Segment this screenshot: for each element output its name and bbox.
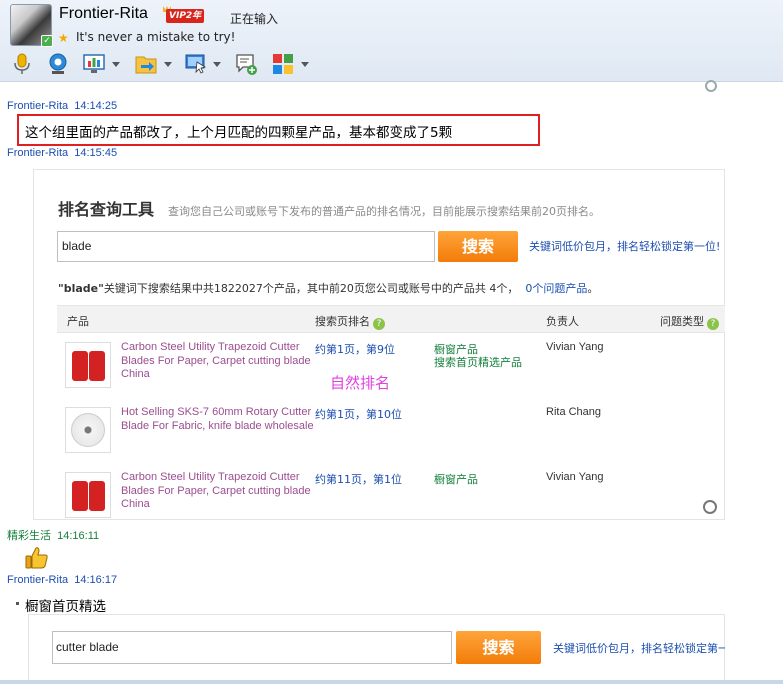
chat-header: ✓ Frontier-Rita VIP2年 正在输入 ★ It's never … <box>0 0 783 82</box>
product-thumbnail[interactable] <box>65 342 111 388</box>
product-link[interactable]: Carbon Steel Utility Trapezoid Cutter Bl… <box>121 341 317 382</box>
product-tag: 橱窗产品 <box>434 473 478 486</box>
message-sender: Frontier-Rita 14:14:25 <box>7 100 118 112</box>
file-transfer-icon[interactable] <box>134 52 158 76</box>
message-text: 橱窗首页精选 <box>25 599 106 615</box>
search-button[interactable]: 搜索 <box>456 631 541 664</box>
search-rank: 约第11页，第1位 <box>315 473 402 486</box>
search-rank: 约第1页，第10位 <box>315 408 402 421</box>
table-row: Carbon Steel Utility Trapezoid Cutter Bl… <box>57 468 725 532</box>
microphone-icon[interactable] <box>10 52 34 76</box>
online-status-icon: ✓ <box>41 35 53 47</box>
rank-tool-description: 查询您自己公司或账号下发布的普通产品的排名情况，目前能展示搜索结果前20页排名。 <box>168 205 600 218</box>
problem-count: 0个 <box>525 282 544 295</box>
table-header: 产品 搜索页排名? 负责人 问题类型? <box>57 305 725 333</box>
search-screenshot[interactable]: cutter blade 搜索 关键词低价包月，排名轻松锁定第一位! <box>28 614 725 684</box>
owner-name: Vivian Yang <box>546 471 604 483</box>
bullet <box>16 602 19 605</box>
chevron-down-icon[interactable] <box>301 62 309 67</box>
column-header: 搜索页排名? <box>315 313 385 330</box>
help-icon[interactable]: ? <box>373 318 385 330</box>
apps-icon[interactable] <box>271 52 295 76</box>
search-rank: 约第1页，第9位 <box>315 343 395 356</box>
vip-badge[interactable]: VIP2年 <box>166 9 205 23</box>
rank-tool-screenshot[interactable]: 排名查询工具 查询您自己公司或账号下发布的普通产品的排名情况，目前能展示搜索结果… <box>33 169 725 520</box>
chevron-down-icon[interactable] <box>164 62 172 67</box>
search-input[interactable]: cutter blade <box>52 631 452 664</box>
product-link[interactable]: Hot Selling SKS-7 60mm Rotary Cutter Bla… <box>121 406 317 433</box>
chevron-down-icon[interactable] <box>112 62 120 67</box>
product-tag: 搜索首页精选产品 <box>434 356 522 369</box>
webcam-icon[interactable] <box>46 52 70 76</box>
search-input[interactable]: blade <box>57 231 435 262</box>
chevron-down-icon[interactable] <box>213 62 221 67</box>
zoom-icon[interactable] <box>705 80 717 92</box>
column-header: 问题类型? <box>660 313 719 330</box>
zoom-icon[interactable] <box>703 500 717 514</box>
owner-name: Vivian Yang <box>546 341 604 353</box>
message-sender: 精彩生活 14:16:11 <box>7 530 100 542</box>
column-header: 负责人 <box>546 315 579 328</box>
thumbs-up-icon <box>25 547 48 569</box>
owner-name: Rita Chang <box>546 406 602 418</box>
contact-avatar[interactable]: ✓ <box>10 4 53 47</box>
star-icon: ★ <box>58 31 69 45</box>
message-text: 这个组里面的产品都改了，上个月匹配的四颗星产品，基本都变成了5颗 <box>25 125 453 141</box>
problem-products-link[interactable]: 问题产品 <box>543 282 587 295</box>
annotation-label: 自然排名 <box>330 374 391 392</box>
contact-signature: It's never a mistake to try! <box>76 30 236 44</box>
product-link[interactable]: Carbon Steel Utility Trapezoid Cutter Bl… <box>121 471 317 512</box>
send-message-icon[interactable] <box>234 52 258 76</box>
help-icon[interactable]: ? <box>707 318 719 330</box>
table-row: Hot Selling SKS-7 60mm Rotary Cutter Bla… <box>57 403 725 467</box>
chat-toolbar <box>6 50 336 78</box>
result-summary: "blade"关键词下搜索结果中共1822027个产品，其中前20页您公司或账号… <box>58 282 599 295</box>
search-button[interactable]: 搜索 <box>438 231 518 262</box>
typing-status: 正在输入 <box>230 12 279 26</box>
contact-name[interactable]: Frontier-Rita <box>59 5 148 23</box>
promo-link[interactable]: 关键词低价包月，排名轻松锁定第一位! <box>553 640 725 656</box>
remote-assist-icon[interactable] <box>184 52 208 76</box>
column-header: 产品 <box>67 315 89 328</box>
message-sender: Frontier-Rita 14:15:45 <box>7 147 118 159</box>
product-thumbnail[interactable] <box>65 407 111 453</box>
bottom-border <box>0 680 783 684</box>
product-thumbnail[interactable] <box>65 472 111 518</box>
screen-share-icon[interactable] <box>82 52 106 76</box>
message-sender: Frontier-Rita 14:16:17 <box>7 574 118 586</box>
promo-link[interactable]: 关键词低价包月，排名轻松锁定第一位! <box>529 238 720 254</box>
table-row: Carbon Steel Utility Trapezoid Cutter Bl… <box>57 338 725 402</box>
rank-tool-title: 排名查询工具 <box>58 200 155 219</box>
